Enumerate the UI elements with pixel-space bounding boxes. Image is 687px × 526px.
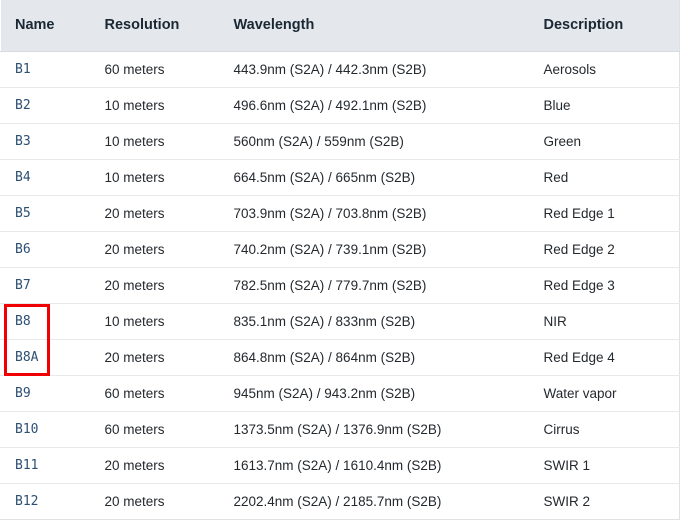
cell-description: Red Edge 3 xyxy=(529,267,680,304)
cell-resolution: 20 meters xyxy=(90,447,221,484)
cell-band-name: B7 xyxy=(0,267,91,304)
cell-wavelength: 560nm (S2A) / 559nm (S2B) xyxy=(220,123,530,160)
cell-description: Blue xyxy=(529,87,680,124)
column-header-name[interactable]: Name xyxy=(0,0,91,52)
cell-description: Cirrus xyxy=(529,411,680,448)
table-row: B4 10 meters 664.5nm (S2A) / 665nm (S2B)… xyxy=(0,159,680,196)
cell-band-name: B10 xyxy=(0,411,91,448)
table-row: B10 60 meters 1373.5nm (S2A) / 1376.9nm … xyxy=(0,411,680,448)
cell-description: Aerosols xyxy=(529,51,680,88)
cell-resolution: 10 meters xyxy=(90,87,221,124)
cell-band-name: B5 xyxy=(0,195,91,232)
cell-resolution: 20 meters xyxy=(90,231,221,268)
cell-band-name: B3 xyxy=(0,123,91,160)
cell-wavelength: 496.6nm (S2A) / 492.1nm (S2B) xyxy=(220,87,530,124)
cell-wavelength: 443.9nm (S2A) / 442.3nm (S2B) xyxy=(220,51,530,88)
cell-resolution: 10 meters xyxy=(90,159,221,196)
cell-band-name: B6 xyxy=(0,231,91,268)
cell-description: Water vapor xyxy=(529,375,680,412)
cell-description: Green xyxy=(529,123,680,160)
table-row: B11 20 meters 1613.7nm (S2A) / 1610.4nm … xyxy=(0,447,680,484)
table-row: B2 10 meters 496.6nm (S2A) / 492.1nm (S2… xyxy=(0,87,680,124)
cell-description: Red Edge 1 xyxy=(529,195,680,232)
cell-description: Red Edge 4 xyxy=(529,339,680,376)
cell-band-name: B8A xyxy=(0,339,91,376)
table-row: B9 60 meters 945nm (S2A) / 943.2nm (S2B)… xyxy=(0,375,680,412)
table-body: B1 60 meters 443.9nm (S2A) / 442.3nm (S2… xyxy=(0,51,680,520)
cell-wavelength: 782.5nm (S2A) / 779.7nm (S2B) xyxy=(220,267,530,304)
cell-band-name: B9 xyxy=(0,375,91,412)
cell-wavelength: 864.8nm (S2A) / 864nm (S2B) xyxy=(220,339,530,376)
cell-wavelength: 740.2nm (S2A) / 739.1nm (S2B) xyxy=(220,231,530,268)
table-header: Name Resolution Wavelength Description xyxy=(0,0,680,52)
cell-wavelength: 1373.5nm (S2A) / 1376.9nm (S2B) xyxy=(220,411,530,448)
cell-resolution: 20 meters xyxy=(90,339,221,376)
spectral-bands-table-container: Name Resolution Wavelength Description B… xyxy=(0,0,680,526)
cell-band-name: B12 xyxy=(0,483,91,520)
column-header-description[interactable]: Description xyxy=(529,0,680,52)
table-row: B3 10 meters 560nm (S2A) / 559nm (S2B) G… xyxy=(0,123,680,160)
cell-wavelength: 2202.4nm (S2A) / 2185.7nm (S2B) xyxy=(220,483,530,520)
table-row: B7 20 meters 782.5nm (S2A) / 779.7nm (S2… xyxy=(0,267,680,304)
table-row: B5 20 meters 703.9nm (S2A) / 703.8nm (S2… xyxy=(0,195,680,232)
cell-band-name: B2 xyxy=(0,87,91,124)
cell-wavelength: 664.5nm (S2A) / 665nm (S2B) xyxy=(220,159,530,196)
cell-description: SWIR 2 xyxy=(529,483,680,520)
cell-band-name: B8 xyxy=(0,303,91,340)
cell-band-name: B4 xyxy=(0,159,91,196)
column-header-resolution[interactable]: Resolution xyxy=(90,0,221,52)
cell-resolution: 20 meters xyxy=(90,195,221,232)
table-row: B6 20 meters 740.2nm (S2A) / 739.1nm (S2… xyxy=(0,231,680,268)
cell-band-name: B1 xyxy=(0,51,91,88)
cell-wavelength: 945nm (S2A) / 943.2nm (S2B) xyxy=(220,375,530,412)
cell-resolution: 10 meters xyxy=(90,303,221,340)
column-header-wavelength[interactable]: Wavelength xyxy=(220,0,530,52)
spectral-bands-table: Name Resolution Wavelength Description B… xyxy=(0,0,680,520)
cell-wavelength: 703.9nm (S2A) / 703.8nm (S2B) xyxy=(220,195,530,232)
cell-description: Red Edge 2 xyxy=(529,231,680,268)
cell-description: Red xyxy=(529,159,680,196)
cell-wavelength: 835.1nm (S2A) / 833nm (S2B) xyxy=(220,303,530,340)
cell-description: SWIR 1 xyxy=(529,447,680,484)
cell-resolution: 60 meters xyxy=(90,411,221,448)
cell-resolution: 20 meters xyxy=(90,267,221,304)
table-row: B8A 20 meters 864.8nm (S2A) / 864nm (S2B… xyxy=(0,339,680,376)
cell-wavelength: 1613.7nm (S2A) / 1610.4nm (S2B) xyxy=(220,447,530,484)
table-row: B1 60 meters 443.9nm (S2A) / 442.3nm (S2… xyxy=(0,51,680,88)
cell-resolution: 60 meters xyxy=(90,375,221,412)
cell-resolution: 60 meters xyxy=(90,51,221,88)
table-row: B8 10 meters 835.1nm (S2A) / 833nm (S2B)… xyxy=(0,303,680,340)
cell-band-name: B11 xyxy=(0,447,91,484)
cell-resolution: 20 meters xyxy=(90,483,221,520)
cell-resolution: 10 meters xyxy=(90,123,221,160)
table-header-row: Name Resolution Wavelength Description xyxy=(0,0,680,52)
cell-description: NIR xyxy=(529,303,680,340)
table-row: B12 20 meters 2202.4nm (S2A) / 2185.7nm … xyxy=(0,483,680,520)
